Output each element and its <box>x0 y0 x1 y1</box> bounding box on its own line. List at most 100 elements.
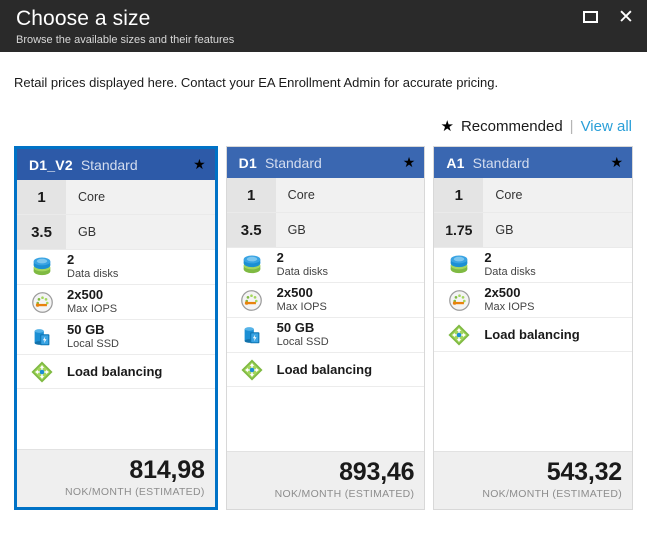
spec-label: GB <box>483 213 633 247</box>
feature-text: 2x500 Max IOPS <box>67 288 117 316</box>
feature-text: 50 GB Local SSD <box>277 321 329 349</box>
size-card-tier: Standard <box>80 156 138 173</box>
feature-caption: Data disks <box>484 266 536 278</box>
size-feature-row: Load balancing <box>17 355 215 389</box>
close-button[interactable]: ✕ <box>615 6 637 28</box>
star-icon: ★ <box>193 156 206 173</box>
feature-value: Load balancing <box>276 362 373 377</box>
maximize-icon <box>582 11 598 23</box>
feature-text: 2 Data disks <box>484 251 535 279</box>
max-iops-icon <box>239 287 265 313</box>
spec-value: 1.75 <box>434 213 484 247</box>
spec-label: Core <box>275 178 425 212</box>
maximize-button[interactable] <box>579 6 601 28</box>
price-amount: 543,32 <box>546 458 623 486</box>
size-card[interactable]: A1 Standard ★ 1 Core 1.75 GB 2 Data disks 2x500 Ma… <box>433 146 634 510</box>
size-card-header: D1 Standard ★ <box>226 147 425 178</box>
filter-bar: ★ Recommended | View all <box>14 118 633 135</box>
close-icon: ✕ <box>618 5 634 28</box>
feature-value: Load balancing <box>484 327 580 342</box>
size-feature-row: 2 Data disks <box>434 248 633 283</box>
pricing-notice: Retail prices displayed here. Contact yo… <box>14 75 499 90</box>
feature-caption: Local SSD <box>67 338 119 350</box>
star-icon: ★ <box>402 154 416 171</box>
feature-value: 50 GB <box>67 322 105 337</box>
feature-value: 2x500 <box>484 285 521 300</box>
window-controls: ✕ <box>579 6 637 28</box>
price-footer: 893,46 NOK/MONTH (ESTIMATED) <box>226 451 425 509</box>
feature-value: Load balancing <box>67 364 163 379</box>
filter-recommended-label: Recommended <box>460 118 563 135</box>
star-icon: ★ <box>440 117 454 135</box>
page-title: Choose a size <box>16 7 151 30</box>
spec-value: 3.5 <box>226 213 276 247</box>
data-disks-icon <box>239 252 265 278</box>
feature-caption: Max IOPS <box>276 301 327 313</box>
feature-text: 2x500 Max IOPS <box>484 286 534 314</box>
spec-label: Core <box>483 178 633 212</box>
feature-value: 2x500 <box>67 287 104 302</box>
size-card[interactable]: D1_V2 Standard ★ 1 Core 3.5 GB 2 Data disks 2x500… <box>14 146 218 510</box>
load-balancing-icon <box>239 357 265 383</box>
size-feature-row: 50 GB Local SSD <box>226 318 425 353</box>
price-footer: 543,32 NOK/MONTH (ESTIMATED) <box>434 451 633 509</box>
card-spacer <box>434 352 633 451</box>
content-area: Retail prices displayed here. Contact yo… <box>0 52 647 510</box>
size-feature-row: Load balancing <box>434 318 633 352</box>
spec-label: Core <box>66 180 215 214</box>
spec-value: 1 <box>226 178 276 212</box>
size-card-tier: Standard <box>264 154 322 171</box>
size-feature-row: 2x500 Max IOPS <box>434 283 633 318</box>
feature-text: 2x500 Max IOPS <box>277 286 327 314</box>
filter-separator: | <box>569 118 574 135</box>
size-spec-row: 1 Core <box>17 180 215 215</box>
filter-recommended[interactable]: ★ Recommended <box>441 118 563 135</box>
price-unit: NOK/MONTH (ESTIMATED) <box>64 486 205 498</box>
filter-view-all[interactable]: View all <box>581 118 632 135</box>
spec-value: 1 <box>17 180 66 214</box>
star-icon: ★ <box>610 154 624 171</box>
size-spec-row: 1 Core <box>226 178 425 213</box>
spec-label: GB <box>275 213 425 247</box>
size-spec-row: 3.5 GB <box>17 215 215 250</box>
max-iops-icon <box>446 287 472 313</box>
load-balancing-icon <box>29 359 55 385</box>
feature-caption: Max IOPS <box>67 303 118 315</box>
price-unit: NOK/MONTH (ESTIMATED) <box>274 488 415 500</box>
max-iops-icon <box>29 289 55 315</box>
price-amount: 814,98 <box>129 456 205 484</box>
feature-value: 50 GB <box>276 320 315 335</box>
size-spec-row: 3.5 GB <box>226 213 425 248</box>
spec-value: 3.5 <box>17 215 66 249</box>
size-card-name: D1 <box>238 154 257 171</box>
size-feature-row: 2 Data disks <box>226 248 425 283</box>
size-card[interactable]: D1 Standard ★ 1 Core 3.5 GB 2 Data disks 2x500 Max… <box>225 146 426 510</box>
feature-text: 2 Data disks <box>67 253 118 281</box>
feature-text: 50 GB Local SSD <box>67 323 119 351</box>
local-ssd-icon <box>239 322 265 348</box>
card-spacer <box>226 387 425 451</box>
feature-caption: Local SSD <box>276 336 329 348</box>
size-feature-row: Load balancing <box>226 353 425 387</box>
size-feature-row: 50 GB Local SSD <box>17 320 215 355</box>
feature-caption: Data disks <box>67 268 119 280</box>
size-card-tier: Standard <box>472 154 530 171</box>
size-card-header: D1_V2 Standard ★ <box>17 149 215 180</box>
size-card-name: D1_V2 <box>29 156 73 173</box>
page-subtitle: Browse the available sizes and their fea… <box>16 34 235 46</box>
price-unit: NOK/MONTH (ESTIMATED) <box>482 488 623 500</box>
size-spec-row: 1.75 GB <box>434 213 633 248</box>
load-balancing-icon <box>446 322 472 348</box>
spec-label: GB <box>66 215 215 249</box>
spec-value: 1 <box>434 178 484 212</box>
card-spacer <box>17 389 215 449</box>
feature-value: 2 <box>67 252 75 267</box>
size-card-list: D1_V2 Standard ★ 1 Core 3.5 GB 2 Data disks 2x500… <box>14 146 634 510</box>
feature-text: 2 Data disks <box>277 251 328 279</box>
feature-value: 2x500 <box>276 285 313 300</box>
size-feature-row: 2 Data disks <box>17 250 215 285</box>
data-disks-icon <box>446 252 472 278</box>
size-feature-row: 2x500 Max IOPS <box>17 285 215 320</box>
price-amount: 893,46 <box>339 458 415 486</box>
feature-value: 2 <box>276 250 284 265</box>
